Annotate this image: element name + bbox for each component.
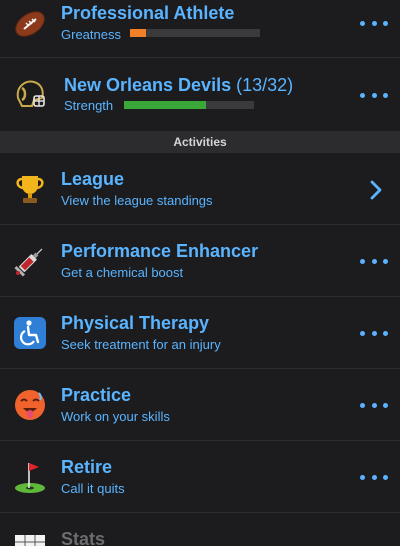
strength-bar <box>124 101 254 109</box>
team-more-button[interactable] <box>360 90 388 100</box>
activities-screen: Professional Athlete Greatness New Orlea… <box>0 0 400 546</box>
greatness-bar <box>130 29 260 37</box>
team-row[interactable]: New Orleans Devils (13/32) Strength <box>0 58 400 131</box>
activity-title: Retire <box>61 457 113 477</box>
greatness-label: Greatness <box>61 27 121 42</box>
syringe-icon <box>10 241 50 281</box>
activity-stats[interactable]: Stats <box>0 513 400 546</box>
strength-bar-fill <box>124 101 206 109</box>
more-button[interactable] <box>360 400 388 410</box>
activity-subtitle: View the league standings <box>61 193 213 208</box>
career-title: Professional Athlete <box>61 3 235 23</box>
chevron-right-icon[interactable] <box>368 179 384 201</box>
team-name: New Orleans Devils <box>64 75 232 95</box>
hot-face-icon <box>10 385 50 425</box>
activity-title: Physical Therapy <box>61 313 210 333</box>
activity-subtitle: Work on your skills <box>61 409 170 424</box>
greatness-bar-fill <box>130 29 146 37</box>
activity-practice[interactable]: Practice Work on your skills <box>0 369 400 441</box>
activity-subtitle: Seek treatment for an injury <box>61 337 221 352</box>
strength-label: Strength <box>64 98 114 113</box>
activity-title: Practice <box>61 385 132 405</box>
activity-title: Performance Enhancer <box>61 241 259 261</box>
helmet-icon <box>10 74 50 114</box>
activity-title: League <box>61 169 125 189</box>
career-more-button[interactable] <box>360 18 388 28</box>
activity-subtitle: Call it quits <box>61 481 125 496</box>
career-row[interactable]: Professional Athlete Greatness <box>0 0 400 58</box>
more-button[interactable] <box>360 472 388 482</box>
activity-performance-enhancer[interactable]: Performance Enhancer Get a chemical boos… <box>0 225 400 297</box>
activity-league[interactable]: League View the league standings <box>0 153 400 225</box>
team-record: (13/32) <box>236 75 294 95</box>
football-icon <box>10 4 50 44</box>
activity-subtitle: Get a chemical boost <box>61 265 184 280</box>
activity-physical-therapy[interactable]: Physical Therapy Seek treatment for an i… <box>0 297 400 369</box>
activity-title: Stats <box>61 529 106 546</box>
activity-retire[interactable]: Retire Call it quits <box>0 441 400 513</box>
golf-flag-icon <box>10 457 50 497</box>
activities-section-header: Activities <box>0 131 400 153</box>
more-button[interactable] <box>360 328 388 338</box>
more-button[interactable] <box>360 256 388 266</box>
wheelchair-icon <box>10 313 50 353</box>
trophy-icon <box>10 169 50 209</box>
team-title: New Orleans Devils (13/32) <box>64 75 293 96</box>
calendar-icon <box>10 529 50 546</box>
